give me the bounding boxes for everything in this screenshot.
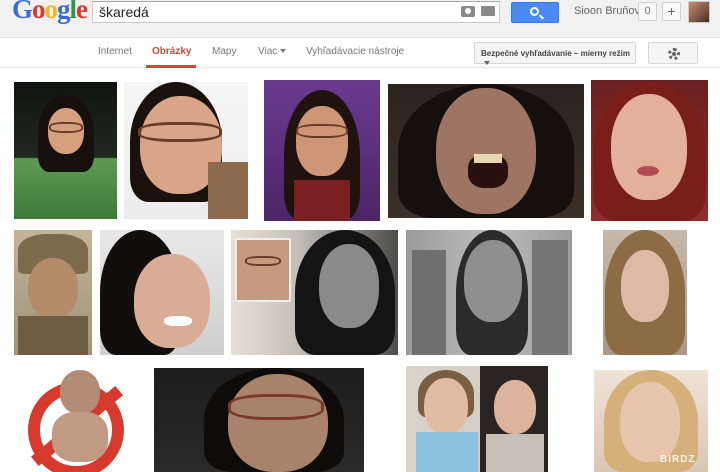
safesearch-label: Bezpečné vyhľadávanie – mierny režim: [481, 49, 630, 58]
user-name[interactable]: Sioon Bruňová: [574, 5, 646, 17]
share-button[interactable]: +: [662, 2, 681, 21]
image-result[interactable]: [14, 82, 117, 219]
image-result[interactable]: [154, 368, 364, 472]
watermark-text: BIRDZ: [660, 454, 696, 465]
chevron-down-icon: [484, 60, 490, 65]
tab-search-tools[interactable]: Vyhľadávacie nástroje: [306, 46, 404, 57]
tab-internet[interactable]: Internet: [98, 46, 132, 57]
image-result[interactable]: [14, 230, 92, 355]
image-result[interactable]: [100, 230, 224, 355]
notification-count[interactable]: 0: [638, 2, 657, 21]
tab-more[interactable]: Viac: [258, 46, 287, 57]
image-result[interactable]: [264, 80, 380, 221]
avatar[interactable]: [688, 1, 710, 23]
image-result[interactable]: [231, 230, 398, 355]
search-input[interactable]: škaredá: [92, 1, 500, 23]
image-result[interactable]: [603, 230, 687, 355]
image-results-grid: BIRDZ: [0, 68, 720, 472]
tab-images[interactable]: Obrázky: [152, 46, 191, 57]
search-icon: [530, 7, 539, 16]
google-logo[interactable]: Google: [12, 0, 88, 25]
image-result[interactable]: [124, 82, 248, 219]
tab-maps[interactable]: Mapy: [212, 46, 236, 57]
settings-button[interactable]: [648, 42, 698, 64]
camera-icon[interactable]: [461, 6, 475, 17]
image-result[interactable]: [406, 230, 572, 355]
keyboard-icon[interactable]: [481, 6, 495, 16]
search-button[interactable]: [511, 2, 559, 23]
tab-more-label: Viac: [258, 46, 278, 57]
image-result[interactable]: [388, 84, 584, 218]
search-nav-bar: Internet Obrázky Mapy Viac Vyhľadávacie …: [0, 38, 720, 68]
safesearch-dropdown[interactable]: Bezpečné vyhľadávanie – mierny režim: [474, 42, 636, 65]
image-result[interactable]: [406, 366, 548, 472]
search-query-text: škaredá: [99, 4, 149, 20]
chevron-down-icon: [280, 49, 287, 54]
image-result[interactable]: BIRDZ: [594, 370, 708, 472]
top-bar: Google škaredá Sioon Bruňová 0 +: [0, 0, 720, 38]
image-result[interactable]: [14, 368, 146, 472]
image-result[interactable]: [591, 80, 708, 221]
gear-icon: [668, 48, 680, 60]
